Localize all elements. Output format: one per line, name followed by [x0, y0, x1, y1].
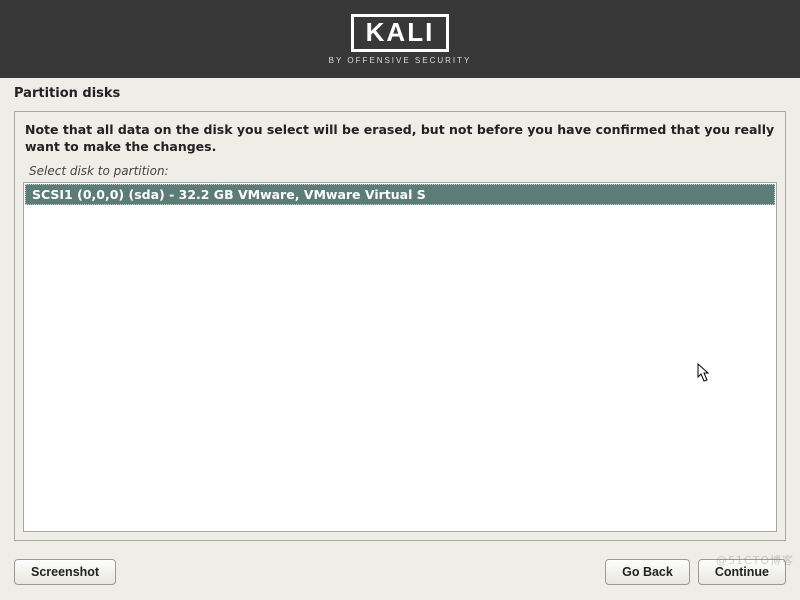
- screenshot-button[interactable]: Screenshot: [14, 559, 116, 585]
- erase-warning: Note that all data on the disk you selec…: [23, 122, 777, 164]
- installer-banner: KALI BY OFFENSIVE SECURITY: [0, 0, 800, 78]
- kali-logo: KALI BY OFFENSIVE SECURITY: [329, 14, 472, 65]
- disk-item-sda[interactable]: SCSI1 (0,0,0) (sda) - 32.2 GB VMware, VM…: [25, 184, 775, 205]
- go-back-button[interactable]: Go Back: [605, 559, 690, 585]
- kali-logo-text: KALI: [351, 14, 450, 52]
- kali-logo-subtitle: BY OFFENSIVE SECURITY: [329, 56, 472, 65]
- page-title: Partition disks: [0, 78, 800, 111]
- select-disk-label: Select disk to partition:: [23, 164, 777, 182]
- watermark: @51CTO博客: [716, 552, 794, 568]
- partition-frame: Note that all data on the disk you selec…: [14, 111, 786, 541]
- disk-list[interactable]: SCSI1 (0,0,0) (sda) - 32.2 GB VMware, VM…: [23, 182, 777, 532]
- button-bar: Screenshot Go Back Continue: [14, 559, 786, 585]
